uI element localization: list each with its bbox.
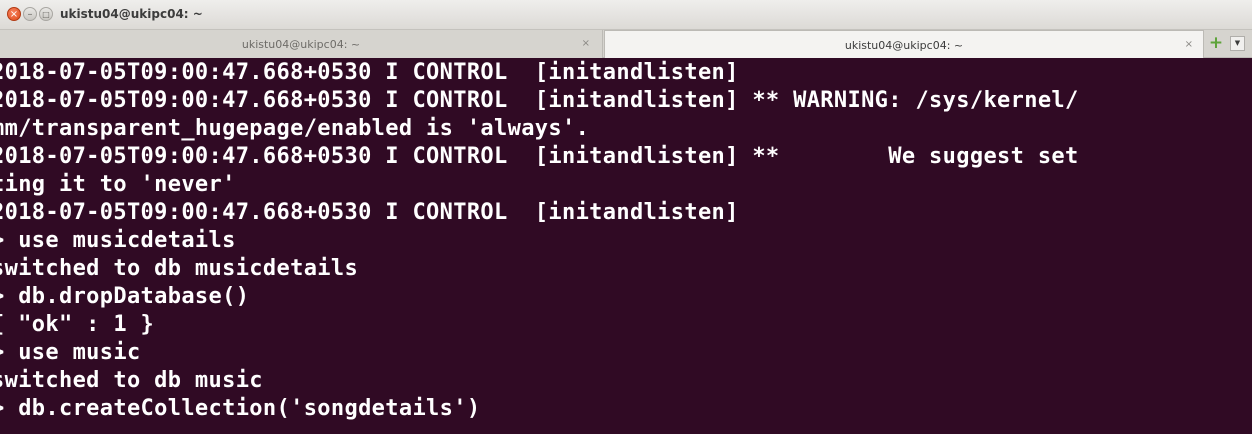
terminal-tab-1[interactable]: ukistu04@ukipc04: ~ ×: [0, 30, 603, 58]
terminal-line: switched to db music: [0, 368, 263, 393]
terminal-line: ting it to 'never': [0, 172, 236, 197]
terminal-line: 2018-07-05T09:00:47.668+0530 I CONTROL […: [0, 200, 739, 225]
terminal-line: 2018-07-05T09:00:47.668+0530 I CONTROL […: [0, 144, 1079, 169]
terminal-line: 2018-07-05T09:00:47.668+0530 I CONTROL […: [0, 88, 1079, 113]
tab-bar: ukistu04@ukipc04: ~ × ukistu04@ukipc04: …: [0, 30, 1252, 58]
tab-label: ukistu04@ukipc04: ~: [844, 39, 964, 52]
new-tab-plus-icon[interactable]: +: [1208, 35, 1224, 52]
terminal-line: > use musicdetails: [0, 228, 236, 253]
window-maximize-button[interactable]: □: [39, 7, 53, 21]
window-minimize-button[interactable]: –: [23, 7, 37, 21]
terminal-line: switched to db musicdetails: [0, 256, 359, 281]
terminal-line: > use music: [0, 340, 141, 365]
terminal-line: > db.dropDatabase(): [0, 284, 250, 309]
terminal-tab-2-active[interactable]: ukistu04@ukipc04: ~ ×: [604, 30, 1204, 58]
terminal-output[interactable]: 2018-07-05T09:00:47.668+0530 I CONTROL […: [0, 58, 1252, 434]
window-title: ukistu04@ukipc04: ~: [60, 7, 203, 21]
window-titlebar[interactable]: × – □ ukistu04@ukipc04: ~: [0, 0, 1252, 30]
tab-label: ukistu04@ukipc04: ~: [241, 38, 361, 51]
tab-close-icon[interactable]: ×: [582, 38, 590, 49]
terminal-line: mm/transparent_hugepage/enabled is 'alwa…: [0, 116, 590, 141]
terminal-line: > db.createCollection('songdetails'): [0, 396, 481, 421]
terminal-line: { "ok" : 1 }: [0, 312, 155, 337]
terminal-line: 2018-07-05T09:00:47.668+0530 I CONTROL […: [0, 60, 739, 85]
window-close-button[interactable]: ×: [7, 7, 21, 21]
tab-menu-dropdown-icon[interactable]: ▼: [1230, 36, 1245, 51]
tab-close-icon[interactable]: ×: [1185, 39, 1193, 50]
